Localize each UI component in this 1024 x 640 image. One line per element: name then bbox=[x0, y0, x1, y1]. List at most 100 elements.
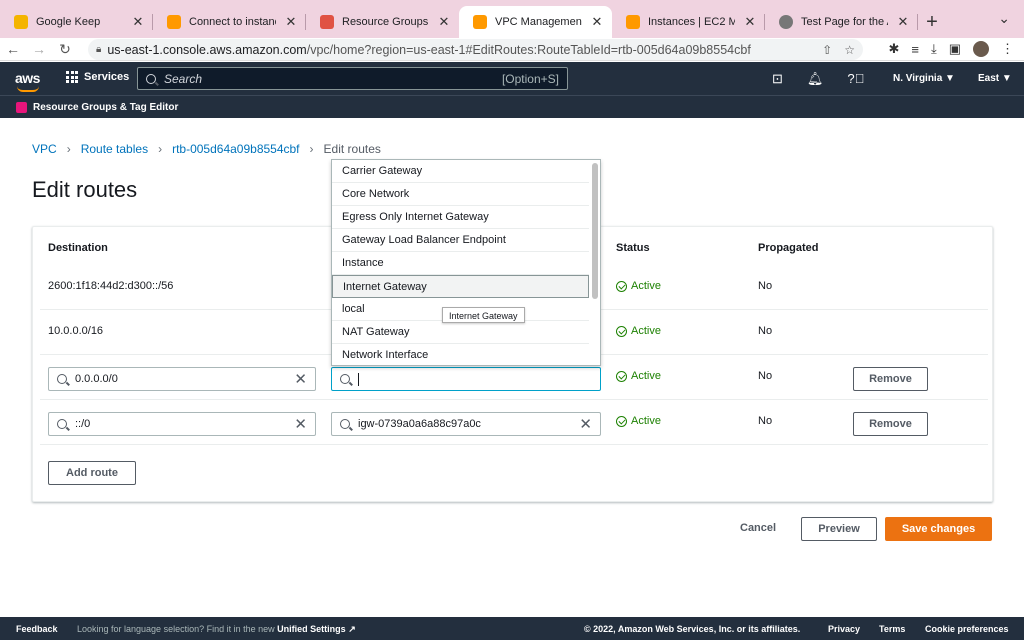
google-keep-icon bbox=[14, 15, 28, 29]
close-tab-icon[interactable]: ✕ bbox=[743, 14, 757, 30]
dropdown-option[interactable]: Core Network bbox=[332, 183, 589, 206]
profile-avatar[interactable] bbox=[973, 41, 989, 57]
forward-icon[interactable]: → bbox=[26, 41, 52, 57]
chevron-down-icon[interactable]: ⌄ bbox=[998, 10, 1010, 27]
search-icon bbox=[57, 419, 67, 429]
column-header-destination: Destination bbox=[48, 242, 108, 254]
close-tab-icon[interactable]: ✕ bbox=[437, 14, 451, 30]
resource-groups-link[interactable]: Resource Groups & Tag Editor bbox=[33, 102, 178, 113]
breadcrumb-vpc[interactable]: VPC bbox=[32, 142, 57, 156]
dropdown-option[interactable]: Egress Only Internet Gateway bbox=[332, 206, 589, 229]
console-footer: Feedback Looking for language selection?… bbox=[0, 617, 1024, 640]
clear-icon[interactable]: ✕ bbox=[294, 415, 307, 433]
feedback-link[interactable]: Feedback bbox=[16, 624, 58, 634]
terms-link[interactable]: Terms bbox=[879, 624, 905, 634]
dropdown-scrollbar[interactable] bbox=[592, 163, 598, 299]
new-tab-icon[interactable]: + bbox=[918, 6, 946, 38]
language-note-text: Looking for language selection? Find it … bbox=[77, 624, 275, 634]
tab-title: Connect to instance | E bbox=[189, 16, 276, 28]
help-icon[interactable]: ?⃝ bbox=[847, 71, 864, 87]
row-propagated: No bbox=[758, 325, 773, 337]
destination-input[interactable]: 0.0.0.0/0 ✕ bbox=[48, 367, 316, 391]
url-field[interactable]: 🔒︎ us-east-1.console.aws.amazon.com/vpc/… bbox=[88, 39, 863, 60]
target-input[interactable]: igw-0739a0a6a88c97a0c ✕ bbox=[331, 412, 601, 436]
browser-tab[interactable]: Google Keep ✕ bbox=[0, 6, 153, 38]
preview-button[interactable]: Preview bbox=[801, 517, 877, 541]
clear-icon[interactable]: ✕ bbox=[294, 370, 307, 388]
external-link-icon: ↗ bbox=[348, 624, 356, 634]
unified-settings-link[interactable]: Unified Settings bbox=[277, 624, 346, 634]
check-circle-icon bbox=[616, 280, 627, 292]
resource-groups-icon bbox=[16, 101, 27, 113]
reload-icon[interactable]: ↻ bbox=[52, 41, 78, 58]
close-tab-icon[interactable]: ✕ bbox=[590, 14, 604, 30]
browser-tab[interactable]: Instances | EC2 Manag ✕ bbox=[612, 6, 765, 38]
download-icon[interactable]: ⤓ bbox=[931, 41, 937, 57]
chevron-right-icon: › bbox=[309, 142, 314, 156]
dropdown-option[interactable]: Network Interface bbox=[332, 344, 589, 365]
remove-button[interactable]: Remove bbox=[853, 367, 928, 391]
reading-list-icon[interactable]: ≡ bbox=[911, 42, 919, 57]
aws-logo[interactable]: aws bbox=[15, 70, 40, 92]
dropdown-option[interactable]: Instance bbox=[332, 252, 589, 275]
browser-tab[interactable]: Test Page for the Apac ✕ bbox=[765, 6, 918, 38]
lock-icon: 🔒︎ bbox=[96, 44, 102, 55]
cloudshell-icon[interactable]: ⊡ bbox=[772, 71, 783, 87]
cancel-button[interactable]: Cancel bbox=[740, 522, 776, 534]
tooltip: Internet Gateway bbox=[442, 307, 525, 323]
status-badge: Active bbox=[616, 415, 661, 427]
row-destination: 10.0.0.0/16 bbox=[48, 325, 104, 337]
breadcrumb-route-table-id[interactable]: rtb-005d64a09b8554cbf bbox=[172, 142, 299, 156]
aws-box-icon bbox=[473, 15, 487, 29]
kebab-menu-icon[interactable]: ⋮ bbox=[1001, 41, 1014, 57]
row-propagated: No bbox=[758, 415, 773, 427]
cookie-preferences-link[interactable]: Cookie preferences bbox=[925, 624, 1009, 634]
check-circle-icon bbox=[616, 325, 627, 337]
row-divider bbox=[40, 399, 988, 400]
bell-icon[interactable]: 🔔︎ bbox=[807, 71, 824, 87]
privacy-link[interactable]: Privacy bbox=[828, 624, 860, 634]
page-title: Edit routes bbox=[32, 177, 138, 202]
share-icon[interactable]: ⇧ bbox=[822, 43, 832, 57]
dropdown-option[interactable]: Gateway Load Balancer Endpoint bbox=[332, 229, 589, 252]
services-label: Services bbox=[84, 71, 130, 83]
back-icon[interactable]: ← bbox=[0, 41, 26, 57]
dropdown-option[interactable]: NAT Gateway bbox=[332, 321, 589, 344]
bookmark-star-icon[interactable]: ☆ bbox=[844, 43, 855, 57]
tab-title: Resource Groups Mana bbox=[342, 16, 429, 28]
browser-tab-active[interactable]: VPC Management Con ✕ bbox=[459, 6, 612, 38]
dropdown-option-highlighted[interactable]: Internet Gateway bbox=[332, 275, 589, 298]
account-menu[interactable]: East ▼ bbox=[978, 73, 1012, 84]
status-badge: Active bbox=[616, 370, 661, 382]
clear-icon[interactable]: ✕ bbox=[579, 415, 592, 433]
browser-tab[interactable]: Resource Groups Mana ✕ bbox=[306, 6, 459, 38]
remove-button[interactable]: Remove bbox=[853, 412, 928, 436]
dropdown-option[interactable]: Carrier Gateway bbox=[332, 160, 589, 183]
region-selector[interactable]: N. Virginia ▼ bbox=[893, 73, 955, 84]
save-changes-button[interactable]: Save changes bbox=[885, 517, 992, 541]
search-icon bbox=[146, 73, 156, 84]
destination-input[interactable]: ::/0 ✕ bbox=[48, 412, 316, 436]
row-destination: 2600:1f18:44d2:d300::/56 bbox=[48, 280, 174, 292]
side-panel-icon[interactable]: ▣ bbox=[949, 41, 961, 57]
chevron-right-icon: › bbox=[158, 142, 163, 156]
tab-title: Google Keep bbox=[36, 16, 101, 28]
status-text: Active bbox=[631, 325, 661, 337]
chevron-right-icon: › bbox=[66, 142, 71, 156]
target-value: igw-0739a0a6a88c97a0c bbox=[358, 418, 481, 430]
extensions-puzzle-icon[interactable]: ✱ bbox=[888, 41, 899, 57]
resource-groups-icon bbox=[320, 15, 334, 29]
copyright: © 2022, Amazon Web Services, Inc. or its… bbox=[584, 624, 801, 634]
search-input[interactable]: Search [Option+S] bbox=[137, 67, 568, 90]
services-menu-button[interactable]: Services bbox=[66, 71, 129, 83]
browser-tab[interactable]: Connect to instance | E ✕ bbox=[153, 6, 306, 38]
target-search-input[interactable] bbox=[331, 367, 601, 391]
tab-title: VPC Management Con bbox=[495, 16, 582, 28]
status-text: Active bbox=[631, 280, 661, 292]
breadcrumb-route-tables[interactable]: Route tables bbox=[81, 142, 148, 156]
close-tab-icon[interactable]: ✕ bbox=[284, 14, 298, 30]
tab-title: Test Page for the Apac bbox=[801, 16, 888, 28]
add-route-button[interactable]: Add route bbox=[48, 461, 136, 485]
close-tab-icon[interactable]: ✕ bbox=[896, 14, 910, 30]
close-tab-icon[interactable]: ✕ bbox=[131, 14, 145, 30]
